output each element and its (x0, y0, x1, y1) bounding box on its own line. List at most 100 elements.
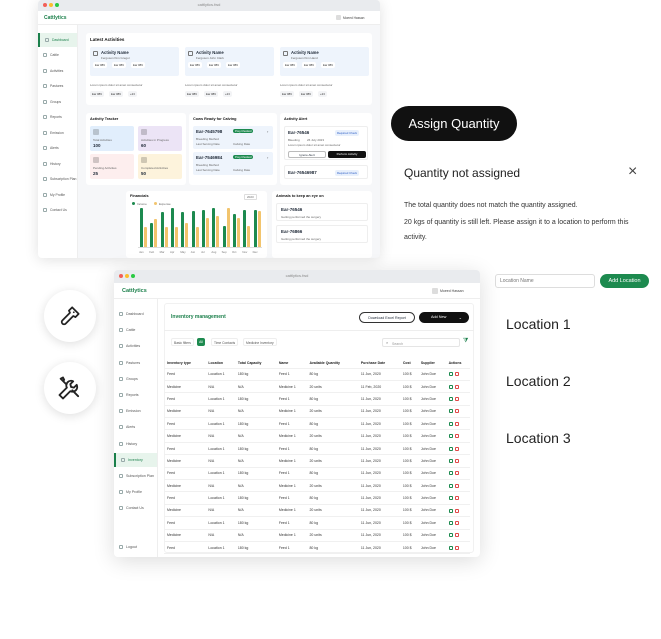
sidebar-item[interactable]: Inventory (114, 452, 157, 467)
sidebar-item[interactable]: Emission (38, 126, 77, 140)
table-row[interactable]: FeedLocation 1180 kgFeed 180 kg11 Jun, 2… (164, 392, 470, 406)
column-header[interactable]: Location (205, 358, 235, 369)
ear-tag[interactable]: Ear #89 (131, 62, 145, 68)
avatar[interactable] (432, 288, 438, 294)
ear-tag[interactable]: Ear #89 (109, 91, 123, 97)
table-row[interactable]: FeedLocation 1180 kgFeed 180 kg11 Jun, 2… (164, 491, 470, 505)
filter-chip[interactable]: Time Contacts (211, 338, 239, 346)
table-row[interactable]: Medicine N/A N/A Medicine 1 20 units 11 Jun, … (164, 504, 470, 518)
sidebar-item[interactable]: Contact Us (114, 501, 157, 515)
delete-icon[interactable] (454, 397, 459, 402)
edit-icon[interactable] (448, 545, 453, 550)
column-header[interactable]: Supplier (417, 358, 446, 369)
filter-chip[interactable]: All (197, 338, 205, 346)
download-excel-button[interactable]: Download Excel Report (359, 312, 415, 323)
alert-item[interactable]: Ear-76546987 Required Check (284, 165, 368, 179)
table-row[interactable]: FeedLocation 1180 kgFeed 180 kg11 Jun, 2… (164, 368, 470, 381)
close-icon[interactable]: × (628, 164, 637, 180)
animal-item[interactable]: Ear-76866 Getting performed the surgery (276, 225, 368, 243)
ear-tag[interactable]: +23 (318, 91, 327, 97)
column-header[interactable]: Actions (445, 358, 470, 369)
edit-icon[interactable] (448, 471, 453, 476)
ear-tag[interactable]: +23 (128, 91, 137, 97)
sidebar-item[interactable]: Activities (38, 64, 77, 78)
brand-logo[interactable]: Cattlytics (122, 288, 147, 294)
location-name-input[interactable] (495, 274, 595, 288)
cow-item[interactable]: Ear-7546984 Preg Checked Breeding Method La… (193, 152, 273, 175)
table-row[interactable]: Medicine N/A N/A Medicine 1 20 units 11 Jun, … (164, 479, 470, 493)
edit-icon[interactable] (448, 372, 453, 377)
ear-tag[interactable]: Ear #89 (204, 91, 218, 97)
sidebar-item[interactable]: Reports (38, 111, 77, 125)
tracker-tile[interactable]: Completed Activities 50 (138, 154, 182, 179)
delete-icon[interactable] (454, 545, 459, 550)
delete-icon[interactable] (454, 533, 459, 538)
sidebar-item[interactable]: My Profile (114, 485, 157, 499)
column-header[interactable]: Available Quantity (306, 358, 358, 369)
delete-icon[interactable] (454, 384, 459, 389)
ear-tag[interactable]: Ear #89 (299, 91, 313, 97)
ear-tag[interactable]: Ear #89 (90, 91, 104, 97)
sidebar-item[interactable]: Subscription Plan (114, 469, 157, 483)
sidebar-item[interactable]: Alerts (114, 420, 157, 434)
location-2[interactable]: Location 2 (506, 373, 571, 389)
edit-icon[interactable] (448, 508, 453, 513)
browser-url[interactable]: cattlytics.fwd (38, 2, 380, 7)
sidebar-item[interactable]: My Profile (38, 188, 77, 202)
edit-icon[interactable] (448, 421, 453, 426)
activity-card[interactable]: Activity Name Ferguson John Clark Ear #89 E… (185, 47, 274, 76)
tracker-tile[interactable]: Activities in Progress 60 (138, 126, 182, 151)
sidebar-item[interactable]: Groups (114, 372, 157, 386)
delete-icon[interactable] (454, 508, 459, 513)
animal-item[interactable]: Ear-76546 Getting performed the surgery (276, 203, 368, 221)
add-location-button[interactable]: Add Location (600, 274, 649, 288)
filter-chip[interactable]: Medicine Inventory (243, 338, 277, 346)
edit-icon[interactable] (448, 496, 453, 501)
table-row[interactable]: FeedLocation 1180 kgFeed 180 kg11 Jun, 2… (164, 553, 470, 557)
delete-icon[interactable] (454, 446, 459, 451)
alert-item[interactable]: Ear-76546 Required Check Bleeding 26 Jul… (284, 126, 368, 160)
ear-tag[interactable]: Ear #89 (112, 62, 126, 68)
sidebar-item[interactable]: Cattle (114, 323, 157, 337)
logout-button[interactable]: Logout (114, 545, 137, 549)
table-row[interactable]: FeedLocation 1180 kgFeed 180 kg11 Jun, 2… (164, 467, 470, 481)
delete-icon[interactable] (454, 421, 459, 426)
table-row[interactable]: FeedLocation 1180 kgFeed 180 kg11 Jun, 2… (164, 442, 470, 456)
brand-logo[interactable]: Cattlytics (44, 15, 67, 21)
filter-chip[interactable]: Basic filters (171, 338, 194, 346)
delete-icon[interactable] (454, 458, 459, 463)
ignore-alert-button[interactable]: Ignore Alert (288, 151, 326, 158)
delete-icon[interactable] (454, 483, 459, 488)
sidebar-item[interactable]: Groups (38, 95, 77, 109)
column-header[interactable]: Total Capacity (234, 358, 276, 369)
search-input[interactable]: ⌕ Search (382, 338, 460, 347)
column-header[interactable]: Purchase Date (357, 358, 400, 369)
tracker-tile[interactable]: Total Activities 100 (90, 126, 134, 151)
ear-tag[interactable]: Ear #89 (188, 62, 202, 68)
add-new-button[interactable]: Add New ⌄ (419, 312, 469, 323)
ear-tag[interactable]: Ear #89 (226, 62, 240, 68)
column-header[interactable]: Name (275, 358, 307, 369)
ear-tag[interactable]: Ear #89 (93, 62, 107, 68)
sidebar-item[interactable]: History (38, 157, 77, 171)
table-row[interactable]: Medicine N/A N/A Medicine 1 20 units 11 Jun, … (164, 405, 470, 419)
sidebar-item[interactable]: Cattle (38, 49, 77, 63)
cow-item[interactable]: Ear-7645798 Preg Checked Breeding Method La… (193, 126, 273, 149)
activity-card[interactable]: Activity Name Ferguson Kim Gregor Ear #89 E… (90, 47, 179, 76)
browser-url[interactable]: cattlytics.fwd (114, 273, 480, 278)
column-header[interactable]: Cost (399, 358, 418, 369)
column-header[interactable]: Inventory type (164, 358, 206, 369)
user-name[interactable]: Moeed Hassan (440, 289, 464, 293)
table-row[interactable]: Medicine N/A N/A Medicine 1 20 units 11 Jun, … (164, 454, 470, 468)
tracker-tile[interactable]: Pending Activities 25 (90, 154, 134, 179)
table-row[interactable]: Medicine N/A N/A Medicine 1 20 units 11 Jun, … (164, 429, 470, 443)
delete-icon[interactable] (454, 409, 459, 414)
table-row[interactable]: FeedLocation 1180 kgFeed 180 kg11 Jun, 2… (164, 516, 470, 530)
table-row[interactable]: FeedLocation 1180 kgFeed 180 kg11 Jun, 2… (164, 541, 470, 555)
delete-icon[interactable] (454, 434, 459, 439)
sidebar-item[interactable]: Subscription Plan (38, 173, 77, 187)
sidebar-item[interactable]: Reports (114, 388, 157, 402)
table-row[interactable]: Medicine N/A N/A Medicine 1 20 units 11 Feb, … (164, 380, 470, 394)
delete-icon[interactable] (454, 520, 459, 525)
edit-icon[interactable] (448, 520, 453, 525)
